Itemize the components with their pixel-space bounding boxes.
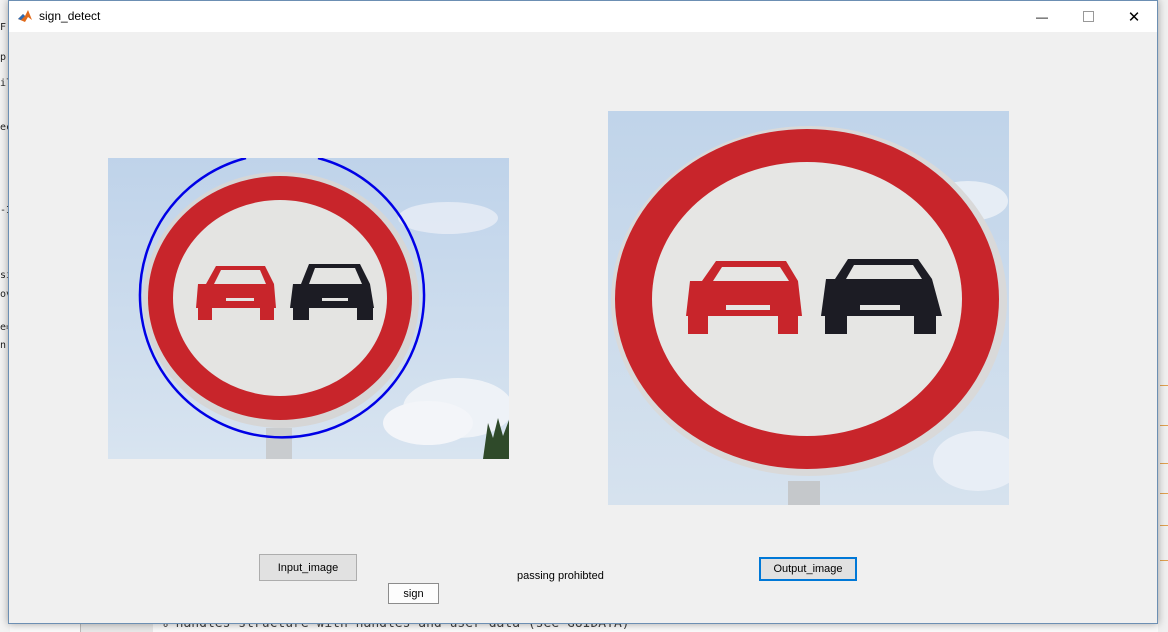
- background-text-fragment: p: [0, 52, 7, 63]
- minimize-button[interactable]: —: [1019, 1, 1065, 32]
- input-image-axes: [108, 158, 509, 459]
- background-marker: [1160, 525, 1168, 526]
- sign-detect-window: sign_detect — ✕ Input_image sign passing…: [8, 0, 1158, 624]
- output-sign-image: [608, 111, 1009, 505]
- matlab-icon: [17, 8, 33, 24]
- background-right-panel: [1158, 0, 1168, 632]
- window-title: sign_detect: [39, 9, 101, 23]
- output-image-axes: [608, 111, 1009, 505]
- sign-button[interactable]: sign: [388, 583, 439, 604]
- input-sign-image: [108, 158, 509, 459]
- title-bar[interactable]: sign_detect — ✕: [9, 1, 1157, 32]
- background-marker: [1160, 425, 1168, 426]
- output-image-button[interactable]: Output_image: [759, 557, 857, 581]
- close-icon: ✕: [1127, 8, 1141, 26]
- input-image-button[interactable]: Input_image: [259, 554, 357, 581]
- detection-result-label: passing prohibted: [517, 570, 604, 582]
- close-button[interactable]: ✕: [1111, 1, 1157, 32]
- maximize-button[interactable]: [1065, 1, 1111, 32]
- maximize-icon: [1082, 11, 1094, 22]
- background-marker: [1160, 463, 1168, 464]
- background-text-fragment: F: [0, 22, 7, 33]
- background-marker: [1160, 493, 1168, 494]
- background-text-fragment: n: [0, 340, 7, 351]
- background-marker: [1160, 560, 1168, 561]
- background-marker: [1160, 385, 1168, 386]
- minimize-icon: —: [1036, 9, 1048, 24]
